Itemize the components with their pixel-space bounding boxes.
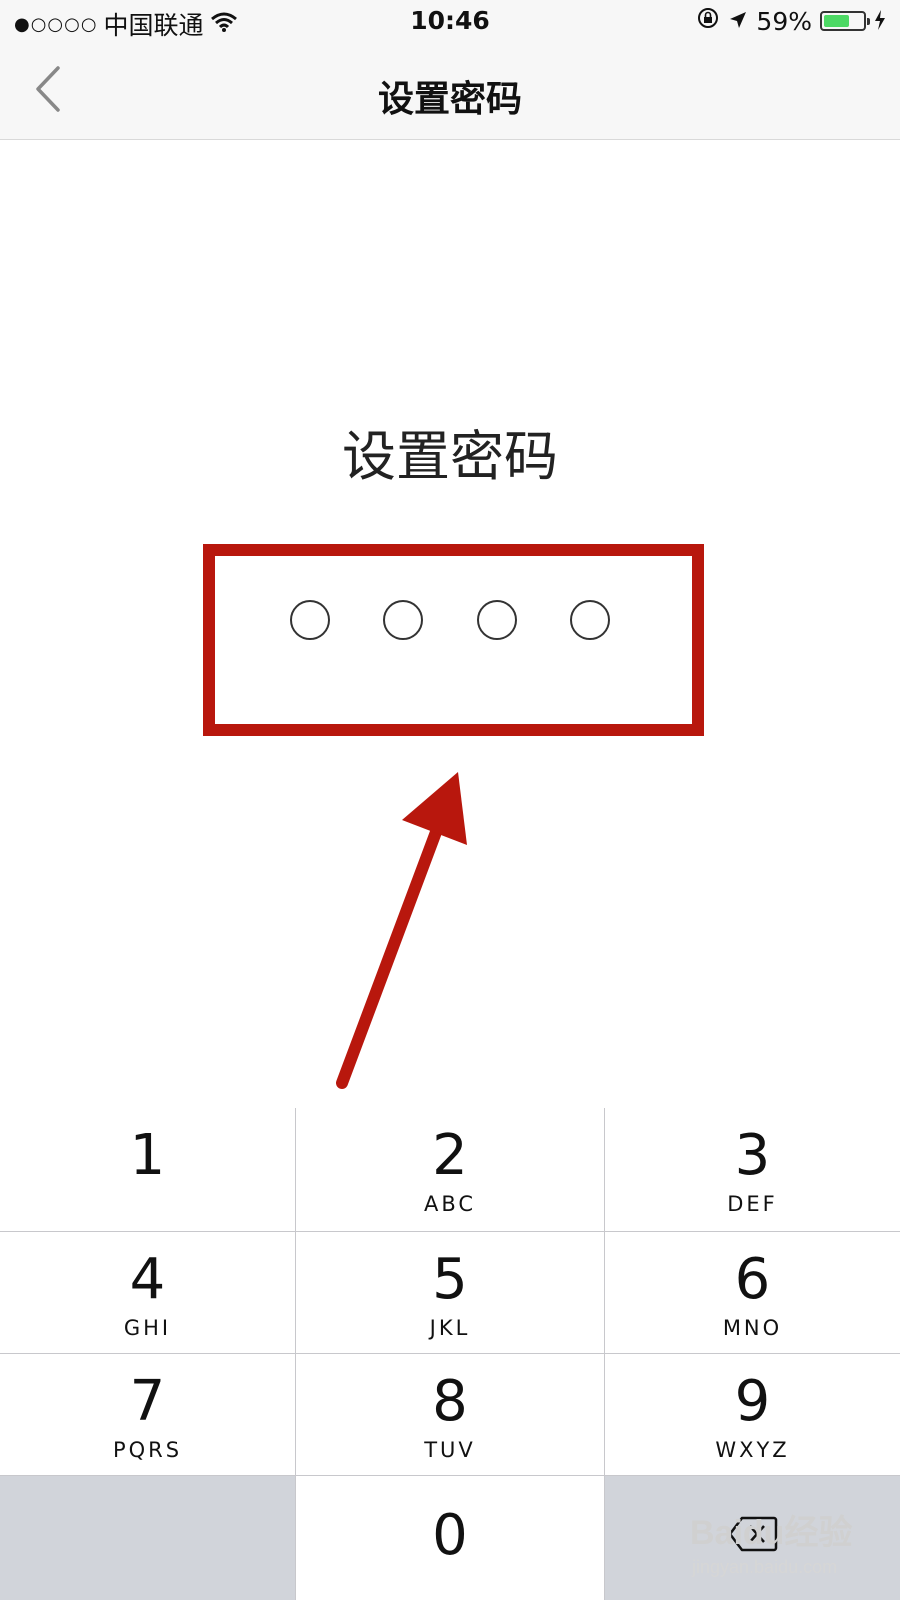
key-6[interactable]: 6 MNO [605,1232,900,1354]
page-title: 设置密码 [377,79,522,120]
key-digit: 8 [432,1369,468,1434]
key-letters: WXYZ [715,1438,790,1462]
status-bar: ●○○○○ 中国联通 10:46 59% [0,0,900,44]
nav-bar: 设置密码 [0,44,900,140]
battery-icon [820,11,870,31]
watermark: Baidu经验 jingyan.baidu.com [690,1505,890,1600]
key-letters: PQRS [112,1438,183,1462]
key-letters: ABC [423,1192,477,1216]
key-digit: 9 [734,1369,771,1434]
key-letters: GHI [123,1316,172,1340]
key-1[interactable]: 1 [0,1108,296,1232]
key-digit: 2 [432,1123,468,1188]
charging-icon [874,7,886,36]
highlight-box [203,544,704,736]
key-digit: 7 [129,1369,166,1434]
key-letters: MNO [722,1316,783,1340]
status-right: 59% [696,6,886,36]
key-0[interactable]: 0 [296,1476,605,1600]
key-digit: 5 [432,1247,468,1312]
rotation-lock-icon [696,6,720,36]
location-arrow-icon [728,7,748,36]
key-5[interactable]: 5 JKL [296,1232,605,1354]
key-2[interactable]: 2 ABC [296,1108,605,1232]
key-7[interactable]: 7 PQRS [0,1354,296,1476]
watermark-url: jingyan.baidu.com [692,1557,838,1577]
pin-prompt-title: 设置密码 [342,425,558,488]
key-digit: 3 [734,1123,771,1188]
key-letters: TUV [424,1438,476,1462]
key-blank [0,1476,296,1600]
key-8[interactable]: 8 TUV [296,1354,605,1476]
battery-percent: 59% [756,6,812,36]
key-4[interactable]: 4 GHI [0,1232,296,1354]
key-digit: 1 [129,1123,166,1188]
key-digit: 6 [734,1247,771,1312]
key-letters: JKL [429,1316,471,1340]
key-digit: 0 [432,1503,468,1568]
key-digit: 4 [129,1247,166,1312]
watermark-logo: Baidu经验 [690,1514,853,1552]
key-letters: DEF [727,1192,778,1216]
key-9[interactable]: 9 WXYZ [605,1354,900,1476]
key-3[interactable]: 3 DEF [605,1108,900,1232]
battery-level [824,15,849,27]
